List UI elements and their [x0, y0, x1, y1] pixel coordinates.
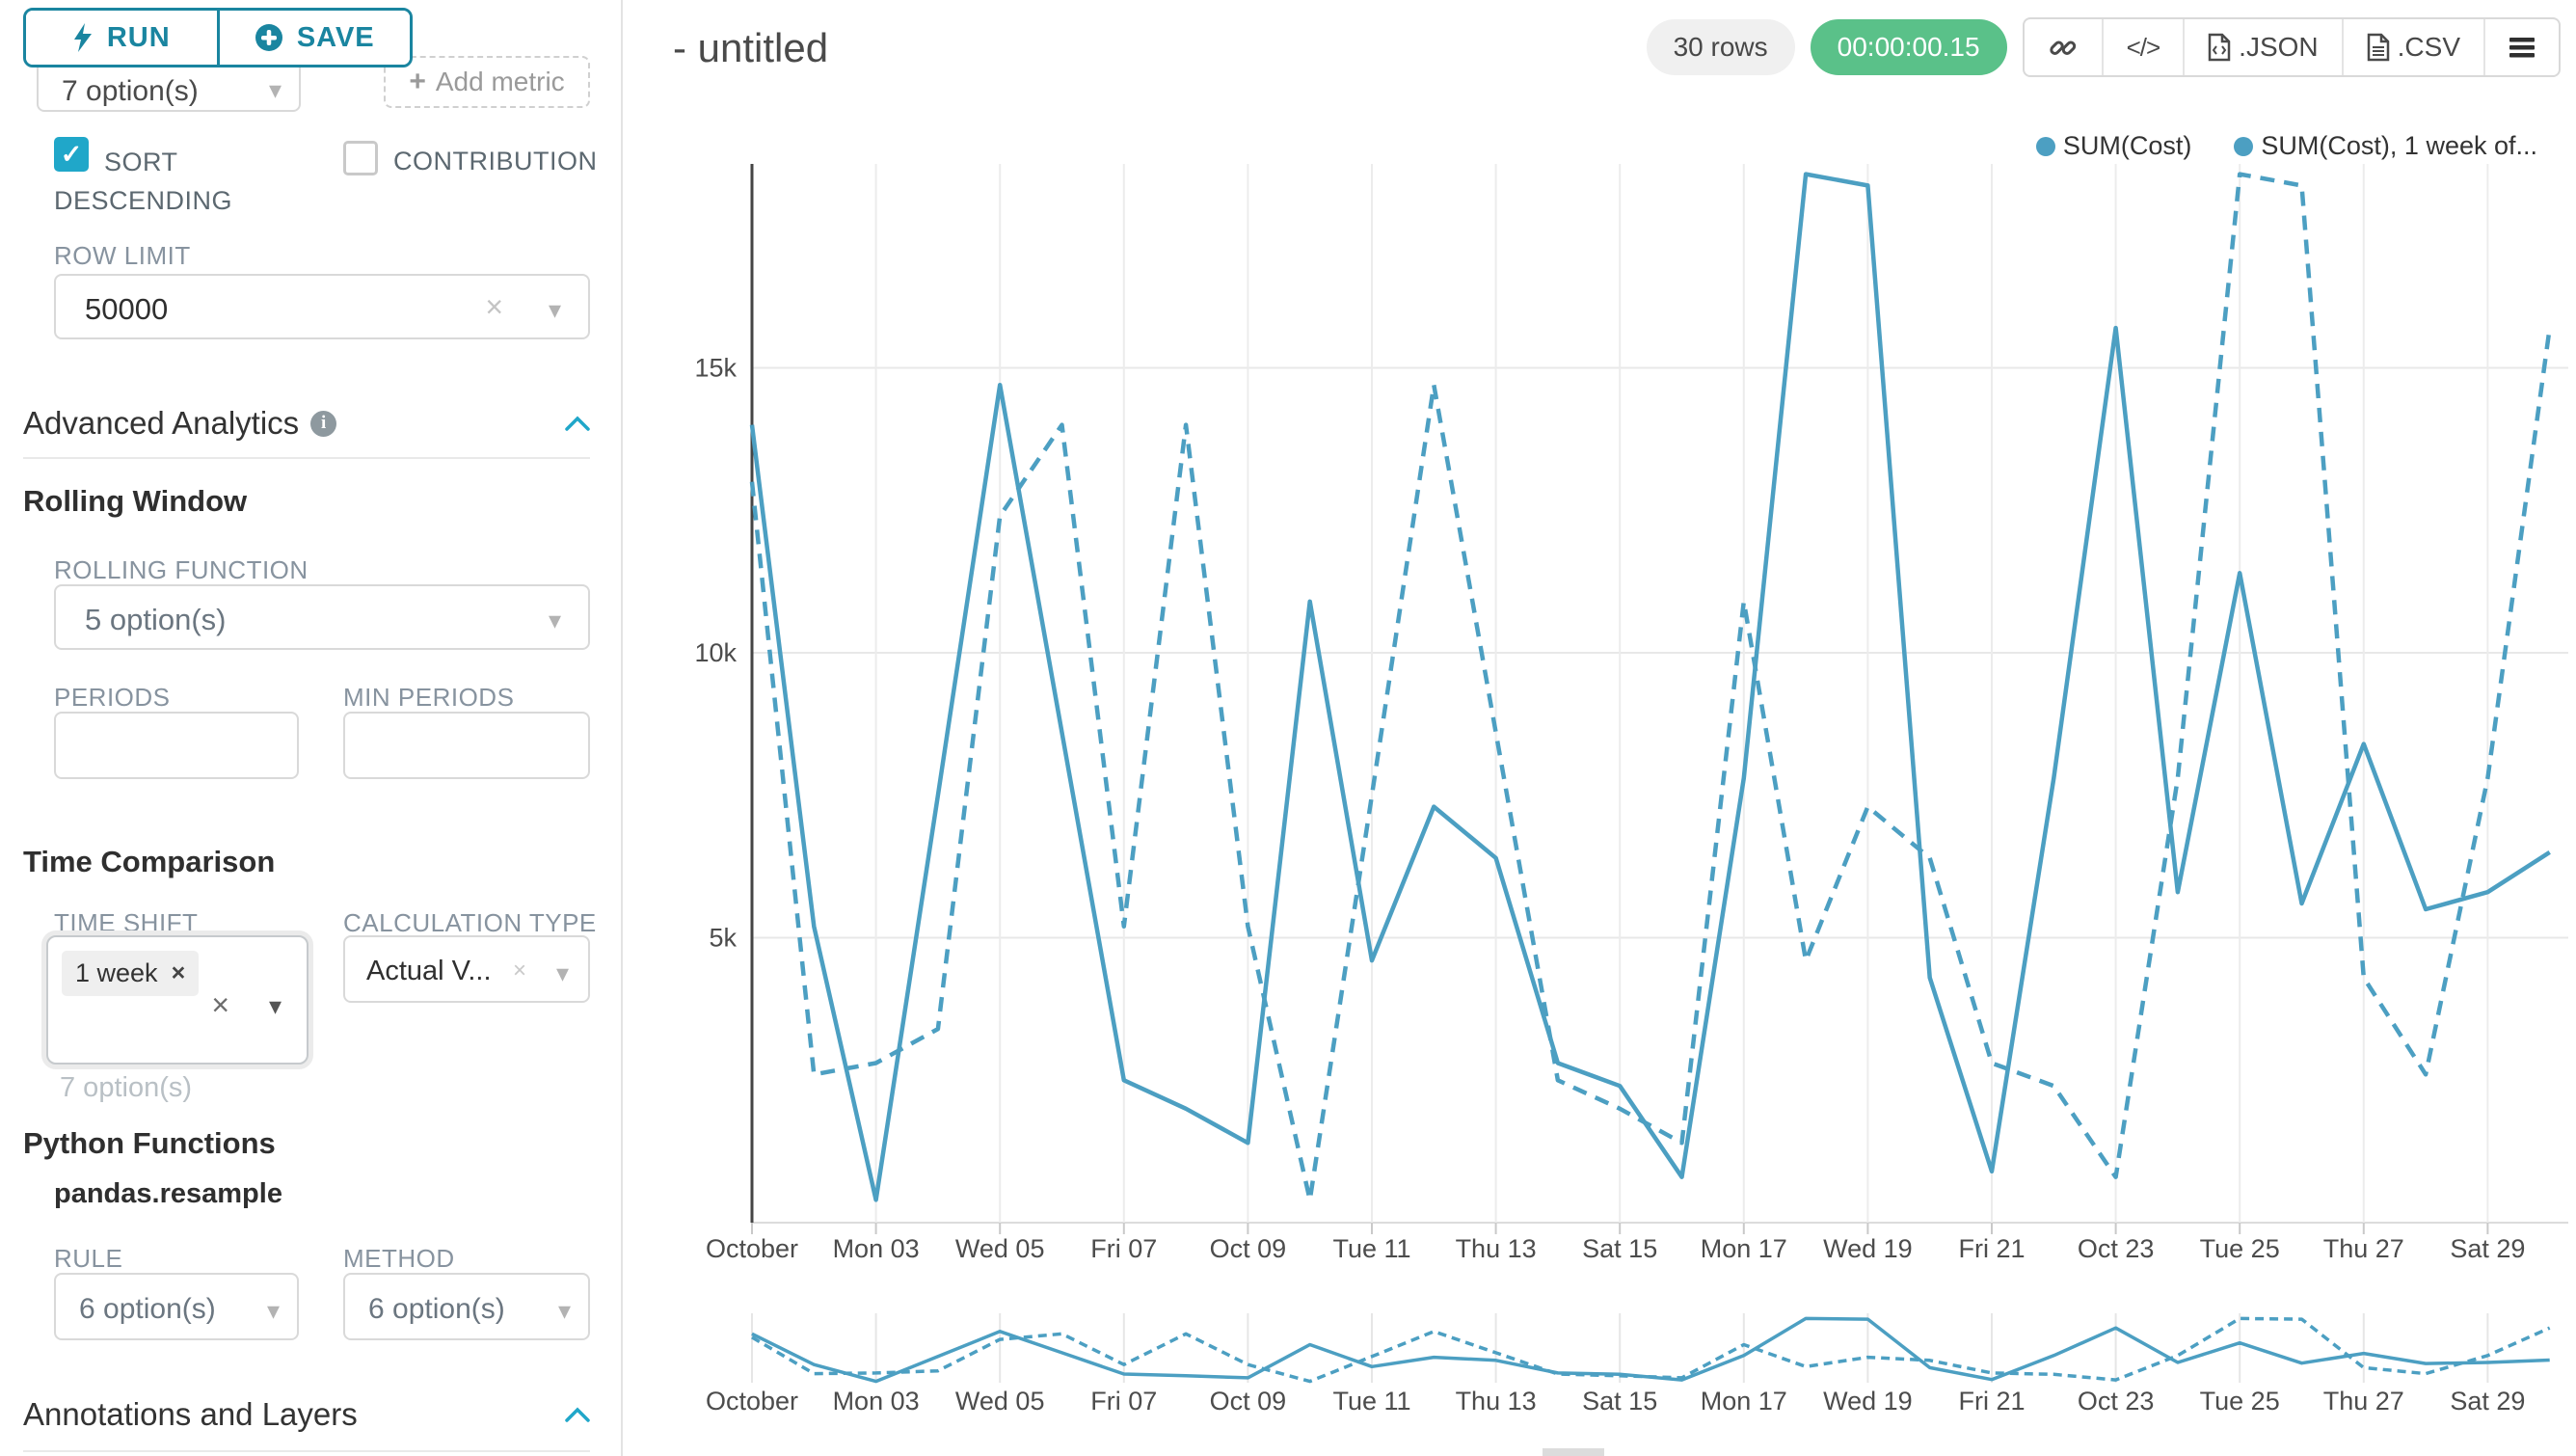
run-button-label: RUN — [107, 22, 171, 54]
mini-x-axis-tick-label: Oct 09 — [1210, 1387, 1287, 1416]
y-axis-tick-label: 10k — [694, 638, 737, 667]
mini-x-axis-tick-label: Tue 25 — [2200, 1387, 2280, 1416]
save-button[interactable]: SAVE — [217, 11, 411, 65]
mini-x-axis-tick-label: Mon 03 — [833, 1387, 920, 1416]
mini-x-axis-tick-label: Wed 05 — [955, 1387, 1045, 1416]
x-axis-tick-label: Fri 07 — [1090, 1234, 1157, 1263]
x-axis-tick-label: Mon 03 — [833, 1234, 920, 1263]
run-save-button-group: RUN SAVE — [23, 8, 413, 67]
x-axis-tick-label: Tue 11 — [1332, 1234, 1410, 1263]
x-axis-tick-label: Oct 23 — [2078, 1234, 2155, 1263]
x-axis-tick-label: Thu 27 — [2323, 1234, 2404, 1263]
mini-x-axis-tick-label: Fri 07 — [1090, 1387, 1157, 1416]
chevron-down-icon: ▾ — [269, 75, 282, 105]
mini-x-axis-tick-label: Thu 27 — [2323, 1387, 2404, 1416]
mini-series-line-sum-cost — [752, 1318, 2550, 1381]
mini-x-axis-tick-label: Mon 17 — [1701, 1387, 1787, 1416]
y-axis-tick-label: 5k — [709, 924, 737, 953]
mini-x-axis-tick-label: Wed 19 — [1823, 1387, 1913, 1416]
x-axis-tick-label: Thu 13 — [1456, 1234, 1537, 1263]
series-line-sum-cost-1-week-offset — [752, 175, 2550, 1200]
x-axis-tick-label: Mon 17 — [1701, 1234, 1787, 1263]
save-button-label: SAVE — [297, 22, 375, 54]
x-axis-tick-label: Oct 09 — [1210, 1234, 1287, 1263]
mini-x-axis-tick-label: Sat 15 — [1582, 1387, 1657, 1416]
mini-x-axis-tick-label: Thu 13 — [1456, 1387, 1537, 1416]
x-axis-tick-label: Wed 19 — [1823, 1234, 1913, 1263]
mini-x-axis-tick-label: October — [706, 1387, 798, 1416]
y-axis-tick-label: 15k — [694, 354, 737, 383]
x-axis-tick-label: Fri 21 — [1958, 1234, 2025, 1263]
plus-circle-icon — [255, 23, 283, 52]
mini-x-axis-tick-label: Sat 29 — [2450, 1387, 2525, 1416]
lightning-bolt-icon — [72, 23, 94, 52]
mini-x-axis-tick-label: Tue 11 — [1332, 1387, 1410, 1416]
series-line-sum-cost — [752, 175, 2550, 1200]
mini-x-axis-tick-label: Fri 21 — [1958, 1387, 2025, 1416]
datazoom-handle[interactable] — [1543, 1448, 1604, 1456]
run-button[interactable]: RUN — [26, 11, 217, 65]
x-axis-tick-label: Wed 05 — [955, 1234, 1045, 1263]
x-axis-tick-label: Sat 29 — [2450, 1234, 2525, 1263]
mini-x-axis-tick-label: Oct 23 — [2078, 1387, 2155, 1416]
mini-series-line-sum-cost-1-week-offset — [752, 1318, 2550, 1381]
timeseries-line-chart[interactable]: 5k 10k 15k October October Mon 03 Mon 03 Wed 05… — [0, 0, 2576, 1456]
x-axis-tick-label: Tue 25 — [2200, 1234, 2280, 1263]
series-limit-value: 7 option(s) — [62, 75, 199, 108]
x-axis-tick-label: October — [706, 1234, 798, 1263]
x-axis-tick-label: Sat 15 — [1582, 1234, 1657, 1263]
